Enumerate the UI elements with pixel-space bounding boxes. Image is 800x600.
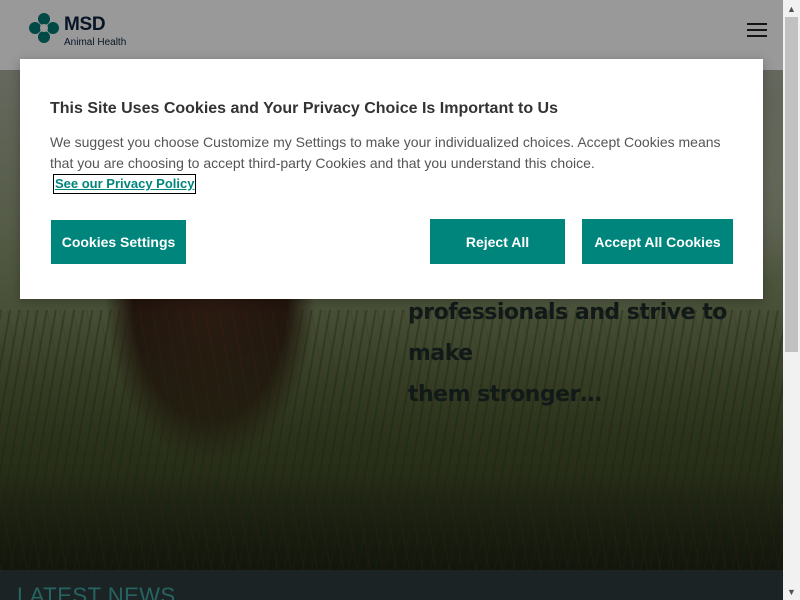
- scroll-down-arrow-icon[interactable]: ▼: [783, 583, 800, 600]
- cookie-dialog-title: This Site Uses Cookies and Your Privacy …: [50, 100, 558, 117]
- cookies-settings-button[interactable]: Cookies Settings: [51, 220, 186, 264]
- privacy-policy-link[interactable]: See our Privacy Policy: [53, 174, 197, 194]
- scroll-up-arrow-icon[interactable]: ▲: [783, 0, 800, 17]
- scroll-thumb[interactable]: [785, 17, 798, 352]
- cookie-consent-dialog: This Site Uses Cookies and Your Privacy …: [20, 59, 763, 299]
- cookie-dialog-description: We suggest you choose Customize my Setti…: [50, 134, 721, 171]
- vertical-scrollbar[interactable]: ▲ ▼: [783, 0, 800, 600]
- accept-all-cookies-button[interactable]: Accept All Cookies: [582, 219, 733, 264]
- reject-all-button[interactable]: Reject All: [430, 219, 565, 264]
